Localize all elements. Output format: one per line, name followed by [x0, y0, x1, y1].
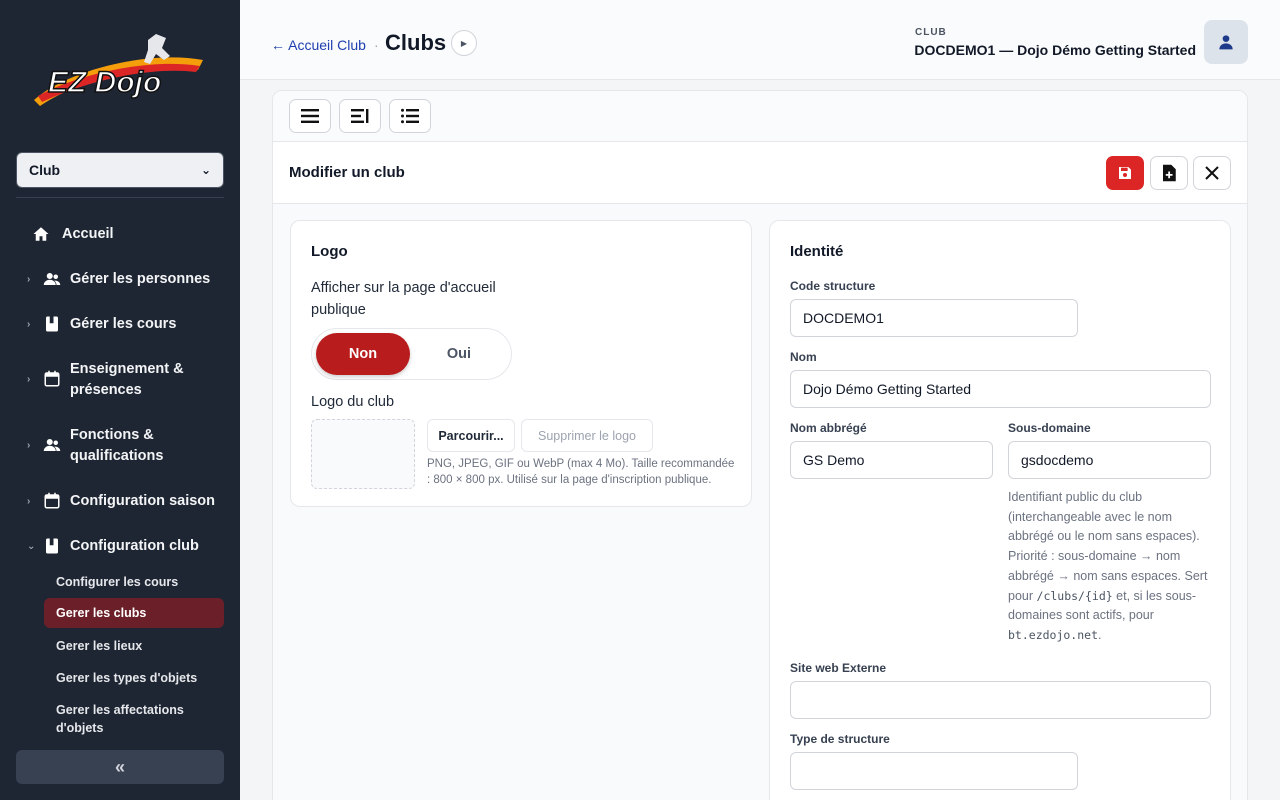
main-card: Modifier un club Logo Afficher sur la pa… — [272, 90, 1248, 800]
website-input[interactable] — [790, 681, 1211, 719]
logo-panel: Logo Afficher sur la page d'accueil publ… — [290, 220, 752, 507]
toggle-option-non[interactable]: Non — [316, 333, 410, 375]
remove-logo-button[interactable]: Supprimer le logo — [521, 419, 653, 452]
club-label: CLUB — [915, 27, 947, 38]
sidebar-item-label: Enseignement & présences — [70, 361, 184, 398]
toggle-option-oui[interactable]: Oui — [412, 333, 506, 375]
close-button[interactable] — [1193, 156, 1231, 190]
subdomain-help: Identifiant public du club (interchangea… — [1008, 488, 1213, 646]
sidebar-item-label: Gérer les cours — [70, 316, 177, 332]
chevron-right-icon: › — [27, 319, 31, 330]
form-header: Modifier un club — [273, 142, 1247, 204]
subdomain-help-text: Identifiant public du club (interchangea… — [1008, 490, 1208, 603]
calendar-icon — [44, 370, 60, 387]
list-icon — [401, 108, 419, 124]
file-plus-icon — [1163, 164, 1176, 182]
user-menu-button[interactable] — [1204, 20, 1248, 64]
public-display-toggle[interactable]: Non Oui — [311, 328, 512, 380]
chevron-right-icon: › — [27, 440, 31, 451]
book-icon — [46, 316, 58, 332]
ez-dojo-logo[interactable]: EZ Dojo — [28, 30, 208, 114]
club-name: DOCDEMO1 — Dojo Démo Getting Started — [914, 42, 1196, 58]
chevron-right-icon: › — [27, 274, 31, 285]
people-icon — [43, 273, 61, 285]
chevron-down-icon: ⌄ — [200, 163, 211, 177]
sidebar-item-label: Configuration saison — [70, 493, 215, 509]
website-label: Site web Externe — [790, 661, 887, 675]
view-detail-button[interactable] — [339, 99, 381, 133]
logo-text: EZ Dojo — [48, 66, 161, 99]
sidebar: EZ Dojo Club ⌄ Accueil › Gérer les perso… — [0, 0, 240, 800]
view-list-button[interactable] — [389, 99, 431, 133]
club-logo-label: Logo du club — [311, 394, 395, 410]
identity-panel: Identité Code structure DOCDEMO1 Nom Doj… — [769, 220, 1231, 800]
view-toolbar — [273, 91, 1247, 142]
form-title: Modifier un club — [289, 164, 405, 181]
sidebar-item-label: Fonctions & qualifications — [70, 427, 164, 464]
logo-preview — [311, 419, 415, 489]
save-button[interactable] — [1106, 156, 1144, 190]
view-compact-button[interactable] — [289, 99, 331, 133]
browse-button[interactable]: Parcourir... — [427, 419, 515, 452]
subdomain-label: Sous-domaine — [1008, 421, 1091, 435]
breadcrumb-separator: · — [374, 37, 379, 53]
people-icon — [43, 439, 61, 451]
sidebar-item-label: Accueil — [62, 226, 114, 242]
user-icon — [1219, 35, 1233, 50]
sidebar-subitem-affectations-objets[interactable]: Gerer les affectations d'objets — [44, 701, 224, 737]
subdomain-input[interactable]: gsdocdemo — [1008, 441, 1211, 479]
name-input[interactable]: Dojo Démo Getting Started — [790, 370, 1211, 408]
sidebar-subitem-gerer-clubs[interactable]: Gerer les clubs — [44, 598, 224, 628]
page-title: Clubs — [385, 30, 447, 55]
form-body: Logo Afficher sur la page d'accueil publ… — [273, 204, 1247, 800]
page-header: ← Accueil Club · Clubs ▶ CLUB DOCDEMO1 —… — [240, 0, 1280, 80]
sidebar-item-accueil[interactable]: Accueil — [24, 224, 224, 245]
play-icon[interactable]: ▶ — [451, 30, 477, 56]
save-icon — [1119, 167, 1131, 179]
name-label: Nom — [790, 350, 817, 364]
sidebar-item-fonctions[interactable]: › Fonctions & qualifications — [24, 425, 224, 467]
sidebar-item-cours[interactable]: › Gérer les cours — [24, 314, 224, 335]
sidebar-subitem-gerer-lieux[interactable]: Gerer les lieux — [44, 637, 224, 655]
sidebar-item-saison[interactable]: › Configuration saison — [24, 491, 224, 512]
sidebar-item-personnes[interactable]: › Gérer les personnes — [24, 269, 224, 290]
sidebar-subitem-configurer-cours[interactable]: Configurer les cours — [44, 573, 224, 591]
subdomain-help-text: . — [1098, 627, 1102, 642]
structure-type-input[interactable] — [790, 752, 1078, 790]
club-select-value: Club — [29, 162, 61, 178]
sidebar-item-enseignement[interactable]: › Enseignement & présences — [24, 359, 224, 401]
sidebar-item-label: Gérer les personnes — [70, 271, 211, 287]
new-document-button[interactable] — [1150, 156, 1188, 190]
book-icon — [46, 538, 58, 554]
logo-panel-title: Logo — [311, 243, 348, 260]
home-icon — [33, 227, 49, 241]
back-link[interactable]: ← Accueil Club — [271, 37, 366, 53]
close-icon — [1205, 166, 1219, 180]
chevron-right-icon: › — [27, 374, 31, 385]
public-display-label: Afficher sur la page d'accueil publique — [311, 280, 496, 318]
chevron-down-icon: ⌄ — [27, 541, 36, 552]
collapse-sidebar-button[interactable]: « — [16, 750, 224, 784]
subdomain-help-path: /clubs/{id} — [1036, 588, 1113, 603]
subdomain-help-domain: bt.ezdojo.net — [1008, 627, 1099, 642]
code-structure-input[interactable]: DOCDEMO1 — [790, 299, 1078, 337]
chevron-right-icon: › — [27, 496, 31, 507]
align-list-icon — [351, 109, 369, 123]
sidebar-item-label: Configuration club — [70, 538, 199, 554]
code-structure-label: Code structure — [790, 279, 876, 293]
menu-icon — [301, 109, 319, 123]
short-name-input[interactable]: GS Demo — [790, 441, 993, 479]
structure-type-label: Type de structure — [790, 732, 890, 746]
sidebar-subitem-types-objets[interactable]: Gerer les types d'objets — [44, 669, 224, 687]
club-select[interactable]: Club ⌄ — [16, 152, 224, 188]
calendar-icon — [44, 492, 60, 509]
short-name-label: Nom abbrégé — [790, 421, 867, 435]
sidebar-divider — [16, 197, 224, 198]
identity-panel-title: Identité — [790, 243, 844, 260]
logo-hint: PNG, JPEG, GIF ou WebP (max 4 Mo). Taill… — [427, 458, 735, 486]
sidebar-item-configuration-club[interactable]: ⌄ Configuration club — [24, 536, 224, 557]
